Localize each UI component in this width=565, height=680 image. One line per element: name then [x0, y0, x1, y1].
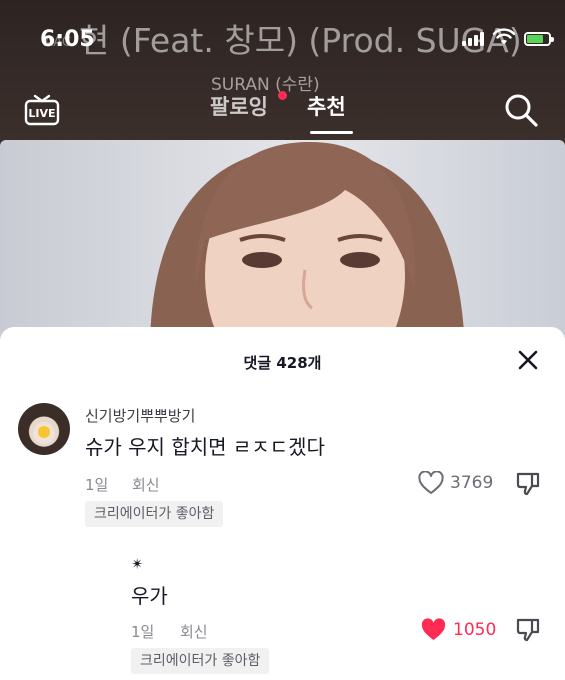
reply-button[interactable]: 회신: [180, 621, 208, 642]
battery-icon: [524, 32, 554, 46]
tab-recommended[interactable]: 추천: [307, 91, 346, 121]
battery-fill: [527, 35, 544, 43]
creator-liked-badge: 크리에이터가 좋아함: [85, 501, 224, 527]
live-label: LIVE: [28, 107, 55, 120]
song-title: 현 (Feat. 창모) (Prod. SUGA): [79, 21, 522, 60]
tab-following[interactable]: 팔로잉: [210, 91, 268, 121]
like-count: 3769: [450, 473, 494, 493]
comment-time: 1일: [131, 623, 155, 641]
reply-button[interactable]: 회신: [132, 474, 160, 495]
video-area: AAC 현 (Feat. 창모) (Prod. SUGA) 6:05 SURAN …: [0, 0, 565, 345]
live-icon[interactable]: LIVE: [24, 93, 60, 126]
active-tab-indicator: [310, 131, 353, 134]
thumbs-down-icon[interactable]: [515, 617, 541, 643]
search-icon[interactable]: [503, 92, 539, 128]
comments-count-title: 댓글 428개: [243, 354, 322, 372]
feed-tabs: 팔로잉 추천: [0, 88, 565, 138]
wifi-icon: [492, 28, 516, 45]
avatar-image: [33, 422, 55, 444]
comments-sheet: 댓글 428개 신기방기뿌뿌방기 슈가 우지 합치면 ㄹㅈㄷ겠다 1일 회신 3…: [0, 327, 565, 680]
comment-username[interactable]: ✴: [131, 555, 144, 573]
video-thumbnail[interactable]: [0, 140, 565, 345]
avatar[interactable]: [18, 403, 70, 455]
comment-username[interactable]: 신기방기뿌뿌방기: [85, 405, 195, 426]
heart-outline-icon: [418, 471, 444, 494]
like-button[interactable]: 3769: [418, 471, 493, 495]
portrait-illustration: [150, 142, 465, 345]
comment-time: 1일: [85, 476, 109, 494]
now-playing-banner: AAC 현 (Feat. 창모) (Prod. SUGA): [44, 14, 522, 62]
close-icon[interactable]: [517, 349, 539, 371]
heart-filled-icon: [421, 618, 446, 640]
like-button[interactable]: 1050: [420, 618, 496, 642]
like-count: 1050: [453, 620, 497, 640]
creator-liked-badge: 크리에이터가 좋아함: [131, 648, 270, 674]
status-time: 6:05: [40, 27, 95, 52]
status-icons: [462, 28, 554, 46]
signal-icon: [462, 32, 484, 46]
comment-text: 우가: [131, 584, 168, 608]
new-content-dot: [278, 91, 287, 100]
comment-text: 슈가 우지 합치면 ㄹㅈㄷ겠다: [85, 435, 325, 459]
thumbs-down-icon[interactable]: [515, 471, 541, 497]
